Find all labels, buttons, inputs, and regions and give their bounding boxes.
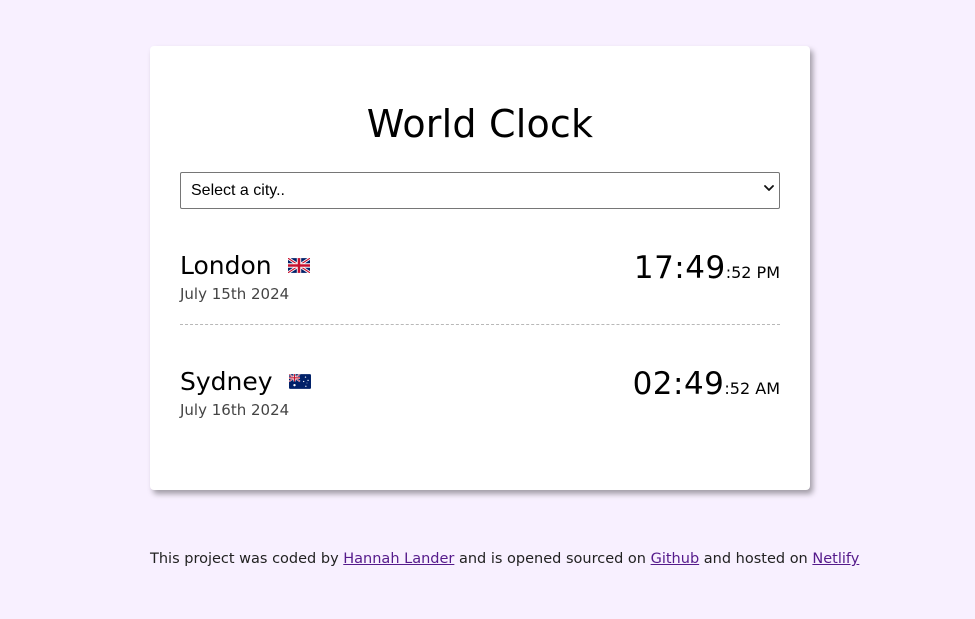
city-select-wrapper: Select a city.. bbox=[180, 172, 780, 209]
page-title: World Clock bbox=[366, 102, 594, 146]
footer: This project was coded by Hannah Lander … bbox=[150, 549, 859, 569]
city-time: 17:49:52 PM bbox=[634, 248, 780, 293]
footer-text: and is opened sourced on bbox=[454, 551, 651, 567]
city-time-hours-minutes: 17:49 bbox=[633, 250, 726, 286]
city-select[interactable]: Select a city.. bbox=[180, 172, 780, 209]
footer-text: This project was coded by bbox=[150, 551, 344, 567]
city-name-row: London bbox=[180, 248, 310, 284]
city-name: London bbox=[180, 251, 272, 280]
world-clock-card: World Clock Select a city.. London July … bbox=[150, 46, 810, 490]
github-link[interactable]: Github bbox=[651, 551, 700, 567]
city-time-seconds-ampm: :52 PM bbox=[725, 263, 780, 282]
footer-text: and hosted on bbox=[699, 551, 813, 567]
netlify-link[interactable]: Netlify bbox=[812, 551, 859, 567]
uk-flag-icon bbox=[287, 257, 310, 273]
city-row-london: London July 15th 2024 17:49:52 PM bbox=[180, 248, 780, 308]
city-date: July 15th 2024 bbox=[180, 285, 290, 303]
author-link[interactable]: Hannah Lander bbox=[343, 551, 454, 567]
